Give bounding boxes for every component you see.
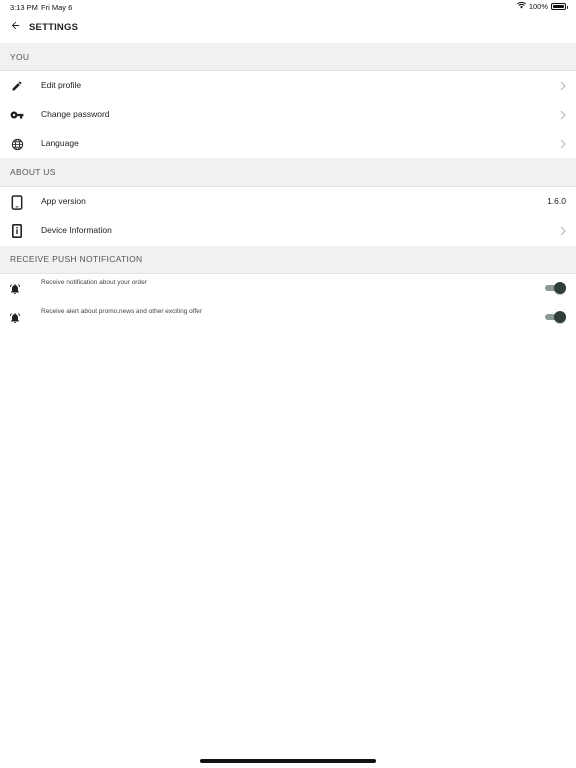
- device-info-icon: [9, 223, 25, 239]
- home-indicator[interactable]: [200, 759, 376, 763]
- app-version-row: App version 1.6.0: [0, 187, 576, 216]
- chevron-right-icon: [560, 226, 566, 236]
- app-header: SETTINGS: [0, 14, 576, 42]
- section-header-about: ABOUT US: [0, 158, 576, 187]
- chevron-right-icon: [560, 110, 566, 120]
- page-title: SETTINGS: [29, 22, 79, 33]
- change-password-row[interactable]: Change password: [0, 100, 576, 129]
- language-label: Language: [41, 138, 79, 148]
- device-information-label: Device Information: [41, 225, 112, 235]
- bell-ringing-icon: [9, 282, 21, 294]
- bell-ringing-icon: [9, 311, 21, 323]
- order-notification-row: Receive notification about your order: [0, 274, 576, 303]
- globe-icon: [9, 136, 25, 152]
- app-version-label: App version: [41, 196, 86, 206]
- app-version-value: 1.6.0: [547, 196, 566, 206]
- pencil-icon: [9, 78, 25, 94]
- status-bar: 3:13 PM Fri May 6 100%: [0, 0, 576, 14]
- back-button[interactable]: [6, 18, 24, 36]
- edit-profile-row[interactable]: Edit profile: [0, 71, 576, 100]
- status-date: Fri May 6: [41, 3, 73, 12]
- change-password-label: Change password: [41, 109, 110, 119]
- status-indicators: 100%: [516, 1, 568, 11]
- chevron-right-icon: [560, 139, 566, 149]
- key-icon: [9, 107, 25, 123]
- promo-notification-toggle[interactable]: [544, 311, 566, 323]
- promo-notification-row: Receive alert about promo,news and other…: [0, 303, 576, 332]
- battery-icon: [551, 3, 568, 10]
- arrow-left-icon: [10, 18, 21, 36]
- order-notification-toggle[interactable]: [544, 282, 566, 294]
- order-notification-label: Receive notification about your order: [41, 279, 147, 286]
- toggle-knob: [554, 282, 566, 294]
- wifi-icon: [516, 1, 526, 11]
- battery-fill: [553, 5, 564, 8]
- device-information-row[interactable]: Device Information: [0, 216, 576, 245]
- battery-percent: 100%: [528, 2, 548, 11]
- toggle-knob: [554, 311, 566, 323]
- status-time: 3:13 PM: [10, 3, 38, 12]
- section-header-push: RECEIVE PUSH NOTIFICATION: [0, 246, 576, 274]
- tablet-icon: [9, 194, 25, 210]
- edit-profile-label: Edit profile: [41, 80, 82, 90]
- language-row[interactable]: Language: [0, 129, 576, 158]
- chevron-right-icon: [560, 81, 566, 91]
- promo-notification-label: Receive alert about promo,news and other…: [41, 308, 203, 315]
- section-header-you: YOU: [0, 43, 576, 71]
